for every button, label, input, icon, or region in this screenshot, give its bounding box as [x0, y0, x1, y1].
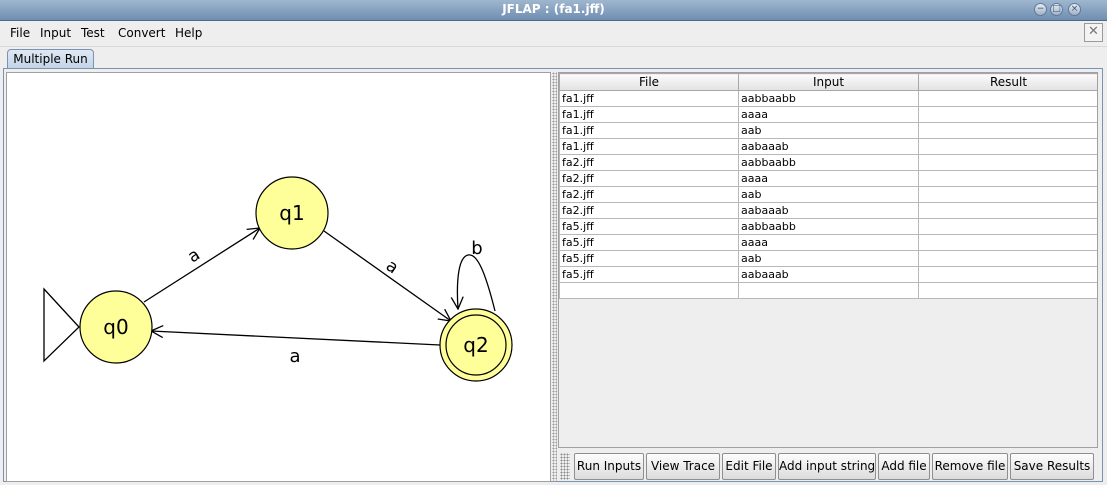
menu-file[interactable]: File: [10, 26, 30, 40]
table-row[interactable]: fa1.jff aabbaabb: [559, 90, 1097, 107]
cell-result[interactable]: [918, 202, 1097, 219]
table-header-row: File Input Result: [559, 73, 1097, 91]
table-row[interactable]: fa1.jff aaaa: [559, 106, 1097, 123]
cell-file[interactable]: fa2.jff: [559, 154, 739, 171]
cell-result[interactable]: [918, 282, 1097, 299]
cell-input[interactable]: aabbaabb: [738, 154, 919, 171]
cell-file[interactable]: fa1.jff: [559, 138, 739, 155]
button-toolbar: Run Inputs View Trace Edit File Add inpu…: [558, 451, 1098, 482]
table-row[interactable]: fa1.jff aab: [559, 122, 1097, 139]
cell-input[interactable]: [738, 282, 919, 299]
transition-label-q0-q1: a: [184, 245, 203, 267]
cell-result[interactable]: [918, 218, 1097, 235]
split-pane-divider[interactable]: [552, 72, 557, 482]
remove-file-button[interactable]: Remove file: [932, 453, 1008, 480]
cell-file[interactable]: fa2.jff: [559, 170, 739, 187]
cell-input[interactable]: aab: [738, 122, 919, 139]
state-label-q2: q2: [463, 333, 488, 357]
minimize-button[interactable]: −: [1034, 3, 1047, 16]
transition-q2-q2: [457, 254, 496, 312]
cell-input[interactable]: aaaa: [738, 170, 919, 187]
cell-result[interactable]: [918, 154, 1097, 171]
cell-input[interactable]: aaaa: [738, 234, 919, 251]
add-file-button[interactable]: Add file: [878, 453, 930, 480]
view-trace-button[interactable]: View Trace: [646, 453, 720, 480]
table-row[interactable]: [559, 282, 1097, 299]
column-header-input[interactable]: Input: [738, 73, 919, 91]
state-label-q0: q0: [103, 315, 128, 339]
table-row[interactable]: fa1.jff aabaaab: [559, 138, 1097, 155]
cell-file[interactable]: fa2.jff: [559, 186, 739, 203]
table-row[interactable]: fa2.jff aab: [559, 186, 1097, 203]
cell-file[interactable]: fa5.jff: [559, 218, 739, 235]
maximize-button[interactable]: □: [1050, 3, 1063, 16]
window-title: JFLAP : (fa1.jff): [502, 2, 605, 16]
cell-input[interactable]: aabbaabb: [738, 90, 919, 107]
title-bar: JFLAP : (fa1.jff) − □ ×: [0, 0, 1107, 21]
state-q1[interactable]: q1: [255, 176, 329, 250]
column-header-file[interactable]: File: [559, 73, 739, 91]
table-row[interactable]: fa2.jff aabaaab: [559, 202, 1097, 219]
menu-convert[interactable]: Convert: [118, 26, 165, 40]
close-tab-icon[interactable]: ✕: [1084, 23, 1103, 42]
menu-bar: File Input Test Convert Help: [0, 21, 1107, 47]
cell-input[interactable]: aabaaab: [738, 138, 919, 155]
automaton-canvas[interactable]: a a b a q0 q1 q2: [6, 72, 551, 482]
initial-state-marker: [43, 287, 80, 363]
cell-result[interactable]: [918, 106, 1097, 123]
cell-input[interactable]: aab: [738, 186, 919, 203]
multiple-run-table[interactable]: File Input Result fa1.jff aabbaabb fa1.jf…: [558, 72, 1098, 448]
add-input-string-button[interactable]: Add input string: [778, 453, 876, 480]
cell-input[interactable]: aabbaabb: [738, 218, 919, 235]
cell-result[interactable]: [918, 266, 1097, 283]
state-label-q1: q1: [279, 201, 304, 225]
table-row[interactable]: fa2.jff aaaa: [559, 170, 1097, 187]
column-header-result[interactable]: Result: [918, 73, 1097, 91]
menu-test[interactable]: Test: [81, 26, 105, 40]
cell-input[interactable]: aabaaab: [738, 202, 919, 219]
cell-file[interactable]: fa1.jff: [559, 122, 739, 139]
table-row[interactable]: fa2.jff aabbaabb: [559, 154, 1097, 171]
cell-input[interactable]: aab: [738, 250, 919, 267]
cell-result[interactable]: [918, 250, 1097, 267]
close-window-button[interactable]: ×: [1068, 3, 1081, 16]
cell-result[interactable]: [918, 186, 1097, 203]
tab-multiple-run[interactable]: Multiple Run: [7, 49, 94, 68]
edit-file-button[interactable]: Edit File: [722, 453, 776, 480]
cell-file[interactable]: [559, 282, 739, 299]
cell-result[interactable]: [918, 90, 1097, 107]
menu-help[interactable]: Help: [175, 26, 202, 40]
cell-result[interactable]: [918, 170, 1097, 187]
transition-label-q2-q2: b: [471, 238, 482, 259]
menu-input[interactable]: Input: [40, 26, 71, 40]
cell-file[interactable]: fa5.jff: [559, 234, 739, 251]
automaton-diagram: a a b a q0 q1 q2: [43, 176, 513, 382]
cell-file[interactable]: fa5.jff: [559, 250, 739, 267]
cell-result[interactable]: [918, 234, 1097, 251]
cell-file[interactable]: fa1.jff: [559, 90, 739, 107]
run-inputs-button[interactable]: Run Inputs: [574, 453, 644, 480]
cell-input[interactable]: aaaa: [738, 106, 919, 123]
cell-file[interactable]: fa5.jff: [559, 266, 739, 283]
table-row[interactable]: fa5.jff aabbaabb: [559, 218, 1097, 235]
state-q0[interactable]: q0: [79, 290, 153, 364]
cell-file[interactable]: fa1.jff: [559, 106, 739, 123]
toolbar-grip-icon[interactable]: [560, 453, 570, 480]
cell-file[interactable]: fa2.jff: [559, 202, 739, 219]
table-row[interactable]: fa5.jff aab: [559, 250, 1097, 267]
transition-q0-q1: [143, 228, 260, 303]
save-results-button[interactable]: Save Results: [1010, 453, 1094, 480]
table-row[interactable]: fa5.jff aabaaab: [559, 266, 1097, 283]
cell-result[interactable]: [918, 122, 1097, 139]
cell-result[interactable]: [918, 138, 1097, 155]
table-row[interactable]: fa5.jff aaaa: [559, 234, 1097, 251]
cell-input[interactable]: aabaaab: [738, 266, 919, 283]
state-q2[interactable]: q2: [439, 308, 513, 382]
transition-label-q2-q0: a: [289, 346, 300, 367]
transition-q2-q0: [151, 331, 441, 346]
